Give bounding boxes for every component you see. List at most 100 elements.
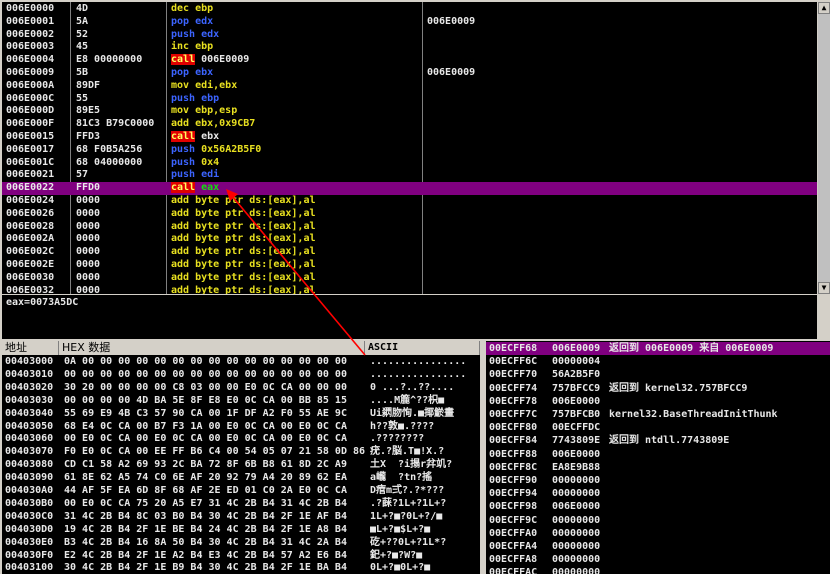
dump-ascii: 0L+?■0L+?■ (370, 562, 431, 574)
disasm-row[interactable]: 006E0022 FFD0 call eax (2, 182, 817, 195)
scroll-down-icon[interactable]: ▼ (818, 282, 830, 294)
stack-row[interactable]: 00ECFF7C 757BFCB0 kernel32.BaseThreadInitT… (486, 408, 830, 421)
instruction-token: push edi (171, 169, 220, 181)
disasm-address: 006E0024 (6, 195, 55, 206)
stack-row[interactable]: 00ECFF9C 00000000 (486, 514, 830, 527)
disasm-address: 006E000C (6, 92, 55, 104)
stack-address: 00ECFFAC (489, 567, 538, 574)
dump-row[interactable]: 004030F0 E2 4C 2B B4 2F 1E A2 B4 E3 4C 2B… (2, 550, 480, 563)
disasm-row[interactable]: 006E0028 0000 add byte ptr ds:[eax],al (2, 221, 817, 234)
disassembly-scrollbar[interactable]: ▲ ▼ (818, 2, 830, 294)
stack-pane[interactable]: 00ECFF68 006E0009 返回到 006E0009 来自 006E0009… (486, 341, 830, 574)
dump-row[interactable]: 00403070 F0 E0 0C CA 00 EE FF B6 C4 00 54… (2, 446, 480, 459)
disasm-row[interactable]: 006E0000 4D dec ebp (2, 3, 817, 16)
dump-hex: 61 8E 62 A5 74 C0 6E AF 20 92 79 A4 20 8… (64, 472, 347, 484)
dump-address: 00403050 (5, 420, 54, 432)
dump-header-hex[interactable]: HEX 数据 (59, 341, 365, 355)
instruction-token: ebp (195, 3, 214, 14)
disasm-row[interactable]: 006E0003 45 inc ebp (2, 41, 817, 54)
dump-row[interactable]: 00403050 68 E4 0C CA 00 B7 F3 1A 00 E0 0C… (2, 421, 480, 434)
dump-row[interactable]: 00403020 30 20 00 00 00 00 C8 03 00 00 E0… (2, 382, 480, 395)
disasm-row[interactable]: 006E002A 0000 add byte ptr ds:[eax],al (2, 233, 817, 246)
stack-value: 00000000 (552, 554, 601, 566)
dump-header-ascii[interactable]: ASCII (365, 341, 480, 355)
dump-row[interactable]: 00403080 CD C1 58 A2 69 93 2C BA 72 8F 6B… (2, 459, 480, 472)
stack-row[interactable]: 00ECFF94 00000000 (486, 487, 830, 500)
stack-value: 7743809E (552, 435, 601, 447)
disasm-row[interactable]: 006E0001 5A pop edx 006E0009 (2, 16, 817, 29)
stack-row[interactable]: 00ECFFA4 00000000 (486, 540, 830, 553)
disasm-row[interactable]: 006E002E 0000 add byte ptr ds:[eax],al (2, 259, 817, 272)
stack-row[interactable]: 00ECFF68 006E0009 返回到 006E0009 来自 006E0009 (486, 342, 830, 356)
disasm-row[interactable]: 006E0024 0000 add byte ptr ds:[eax],al (2, 195, 817, 208)
stack-row[interactable]: 00ECFF78 006E0000 (486, 395, 830, 408)
disasm-row[interactable]: 006E001C 68 04000000 push 0x4 (2, 157, 817, 170)
disasm-row[interactable]: 006E0026 0000 add byte ptr ds:[eax],al (2, 208, 817, 221)
instruction-token: pop edx (171, 15, 214, 27)
disasm-address: 006E0028 (6, 220, 55, 232)
dump-row[interactable]: 004030D0 19 4C 2B B4 2F 1E BE B4 24 4C 2B… (2, 524, 480, 537)
stack-row[interactable]: 00ECFF8C EA8E9B88 (486, 461, 830, 474)
stack-value: 006E0000 (552, 501, 601, 513)
dump-hex: 44 AF 5F EA 6D 8F 68 AF 2E ED 01 C0 2A E… (64, 485, 347, 496)
stack-row[interactable]: 00ECFF98 006E0000 (486, 500, 830, 513)
disasm-hex: E8 00000000 (76, 54, 143, 66)
dump-ascii: .?蔝?1L+?1L+? (370, 497, 447, 509)
disasm-row[interactable]: 006E0002 52 push edx (2, 29, 817, 42)
disasm-address: 006E000A (6, 79, 55, 91)
disasm-row[interactable]: 006E0021 57 push edi (2, 169, 817, 182)
dump-row[interactable]: 00403040 55 69 E9 4B C3 57 90 CA 00 1F DF… (2, 408, 480, 421)
disasm-row[interactable]: 006E000F 81C3 B79C0000 add ebx,0x9CB7 (2, 118, 817, 131)
stack-row[interactable]: 00ECFF6C 00000004 (486, 355, 830, 368)
stack-row[interactable]: 00ECFFAC 00000000 (486, 566, 830, 574)
dump-header-address[interactable]: 地址 (2, 341, 59, 355)
stack-address: 00ECFF70 (489, 369, 538, 381)
stack-row[interactable]: 00ECFF90 00000000 (486, 474, 830, 487)
dump-row[interactable]: 00403090 61 8E 62 A5 74 C0 6E AF 20 92 79… (2, 472, 480, 485)
scroll-up-icon[interactable]: ▲ (818, 2, 830, 14)
stack-value: 006E0000 (552, 395, 601, 407)
instruction-token: inc ebp (171, 41, 214, 53)
disasm-row[interactable]: 006E000A 89DF mov edi,ebx (2, 80, 817, 93)
dump-ascii: 土X ?i搨r弅竌? (370, 459, 453, 471)
stack-address: 00ECFFA8 (489, 554, 538, 566)
dump-row[interactable]: 00403010 00 00 00 00 00 00 00 00 00 00 00… (2, 369, 480, 382)
disasm-hex: FFD3 (76, 131, 101, 142)
dump-row[interactable]: 004030A0 44 AF 5F EA 6D 8F 68 AF 2E ED 01… (2, 485, 480, 498)
memory-dump-pane[interactable]: 地址 HEX 数据 ASCII 00403000 0A 00 00 00 00 0… (2, 341, 480, 574)
stack-row[interactable]: 00ECFFA0 00000000 (486, 527, 830, 540)
disasm-hex: 0000 (76, 207, 101, 219)
disasm-row[interactable]: 006E000D 89E5 mov ebp,esp (2, 105, 817, 118)
disasm-row[interactable]: 006E0032 0000 add byte ptr ds:[eax],al (2, 285, 817, 294)
info-pane: eax=0073A5DC (2, 295, 817, 339)
stack-row[interactable]: 00ECFF80 00ECFFDC (486, 421, 830, 434)
disasm-instruction: dec ebp (171, 3, 213, 16)
disasm-row[interactable]: 006E000C 55 push ebp (2, 93, 817, 106)
disasm-row[interactable]: 006E0030 0000 add byte ptr ds:[eax],al (2, 272, 817, 285)
disasm-instruction: call eax (171, 182, 219, 195)
stack-row[interactable]: 00ECFF74 757BFCC9 返回到 kernel32.757BFCC9 (486, 382, 830, 395)
disasm-row[interactable]: 006E0004 E8 00000000 call 006E0009 (2, 54, 817, 67)
dump-row[interactable]: 00403100 30 4C 2B B4 2F 1E B9 B4 30 4C 2B… (2, 562, 480, 574)
dump-row[interactable]: 00403060 00 E0 0C CA 00 E0 0C CA 00 E0 0C… (2, 433, 480, 446)
dump-row[interactable]: 004030C0 31 4C 2B B4 8C 03 B0 B4 30 4C 2B… (2, 511, 480, 524)
disassembly-pane[interactable]: 006E0000 4D dec ebp 006E0001 5A pop edx 006E00… (2, 2, 817, 294)
disasm-row[interactable]: 006E0009 5B pop ebx 006E0009 (2, 67, 817, 80)
dump-row[interactable]: 004030B0 00 E0 0C CA 75 20 A5 E7 31 4C 2B… (2, 498, 480, 511)
dump-row[interactable]: 00403000 0A 00 00 00 00 00 00 00 00 00 00… (2, 356, 480, 369)
dump-row[interactable]: 00403030 00 00 00 00 4D BA 5E 8F E8 E0 0C… (2, 395, 480, 408)
stack-row[interactable]: 00ECFF88 006E0000 (486, 448, 830, 461)
stack-row[interactable]: 00ECFF84 7743809E 返回到 ntdll.7743809E (486, 434, 830, 447)
stack-row[interactable]: 00ECFF70 56A2B5F0 (486, 368, 830, 381)
dump-address: 00403060 (5, 433, 54, 445)
disasm-row[interactable]: 006E0017 68 F0B5A256 push 0x56A2B5F0 (2, 144, 817, 157)
disasm-row[interactable]: 006E0015 FFD3 call ebx (2, 131, 817, 144)
disasm-instruction: add byte ptr ds:[eax],al (171, 246, 316, 259)
dump-address: 004030D0 (5, 523, 54, 535)
dump-row[interactable]: 004030E0 B3 4C 2B B4 16 8A 50 B4 30 4C 2B… (2, 537, 480, 550)
disasm-row[interactable]: 006E002C 0000 add byte ptr ds:[eax],al (2, 246, 817, 259)
dump-address: 004030F0 (5, 549, 54, 561)
stack-address: 00ECFF90 (489, 475, 538, 486)
stack-row[interactable]: 00ECFFA8 00000000 (486, 553, 830, 566)
disasm-instruction: add byte ptr ds:[eax],al (171, 285, 316, 294)
